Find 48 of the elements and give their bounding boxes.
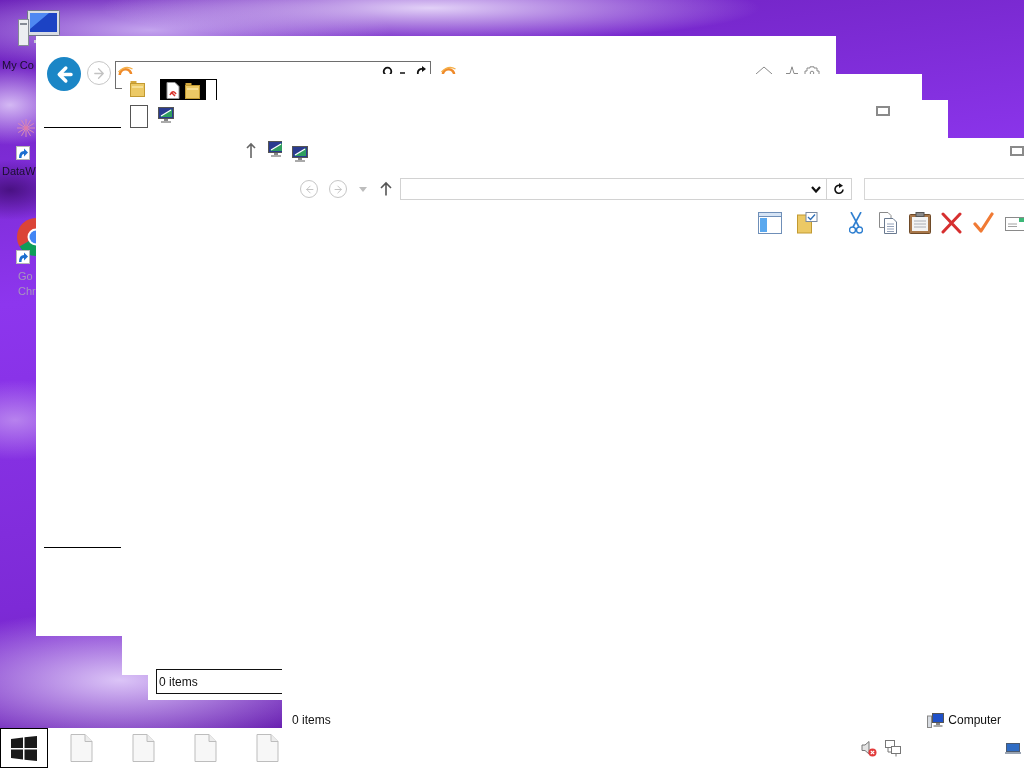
arrow-right-icon	[332, 183, 344, 195]
desktop-icon-label[interactable]: Go Chr	[18, 269, 36, 299]
pane-layout-icon[interactable]	[758, 212, 782, 234]
checkmark-icon[interactable]	[973, 212, 994, 234]
monitor-icon[interactable]	[158, 107, 174, 123]
settings-icon[interactable]	[804, 66, 820, 74]
address-field[interactable]	[400, 178, 827, 200]
folder-icon[interactable]	[185, 81, 200, 99]
refresh-icon[interactable]	[416, 66, 426, 74]
folder-check-icon[interactable]	[797, 212, 818, 234]
desktop-icon-label[interactable]: DataW	[2, 164, 36, 179]
shortcut-arrow-icon	[16, 250, 30, 264]
network-icon[interactable]	[885, 739, 901, 757]
cross-icon[interactable]	[941, 212, 962, 234]
document-icon[interactable]	[165, 81, 180, 99]
ring-logo-icon[interactable]	[441, 66, 456, 75]
laptop-icon[interactable]	[1005, 742, 1021, 754]
arrow-left-icon	[303, 183, 315, 195]
search-field[interactable]	[864, 178, 1024, 200]
status-bar: 0 items	[156, 669, 282, 694]
status-text: 0 items	[292, 713, 331, 727]
computer-icon	[927, 712, 945, 728]
ring-logo-icon[interactable]	[118, 66, 133, 75]
documents-icon[interactable]	[879, 212, 897, 234]
chevron-down-icon[interactable]	[811, 185, 821, 193]
arrow-up-icon[interactable]	[246, 142, 256, 158]
toolbar-dropdown[interactable]	[205, 79, 217, 101]
start-logo-icon	[11, 735, 37, 761]
refresh-icon	[833, 183, 845, 195]
speaker-muted-icon[interactable]	[861, 739, 877, 757]
monitor-icon[interactable]	[292, 146, 308, 162]
arrow-right-icon	[91, 65, 107, 81]
caret-icon	[359, 186, 367, 192]
shortcut-arrow-icon	[16, 146, 30, 160]
start-button[interactable]	[0, 728, 48, 768]
up-button[interactable]	[380, 181, 392, 197]
clipboard-icon[interactable]	[909, 212, 931, 234]
maximize-icon[interactable]	[1010, 146, 1024, 156]
search-icon[interactable]	[382, 66, 393, 74]
desktop-icon-label[interactable]: My Co	[2, 58, 34, 73]
home-icon[interactable]	[755, 66, 773, 74]
maximize-icon[interactable]	[876, 106, 890, 116]
refresh-button[interactable]	[827, 178, 852, 200]
scissors-icon[interactable]	[849, 212, 863, 234]
blank-button[interactable]	[130, 105, 148, 128]
location-text: Computer	[948, 713, 1001, 727]
arrow-up-icon	[380, 181, 392, 197]
back-button[interactable]	[47, 57, 81, 91]
